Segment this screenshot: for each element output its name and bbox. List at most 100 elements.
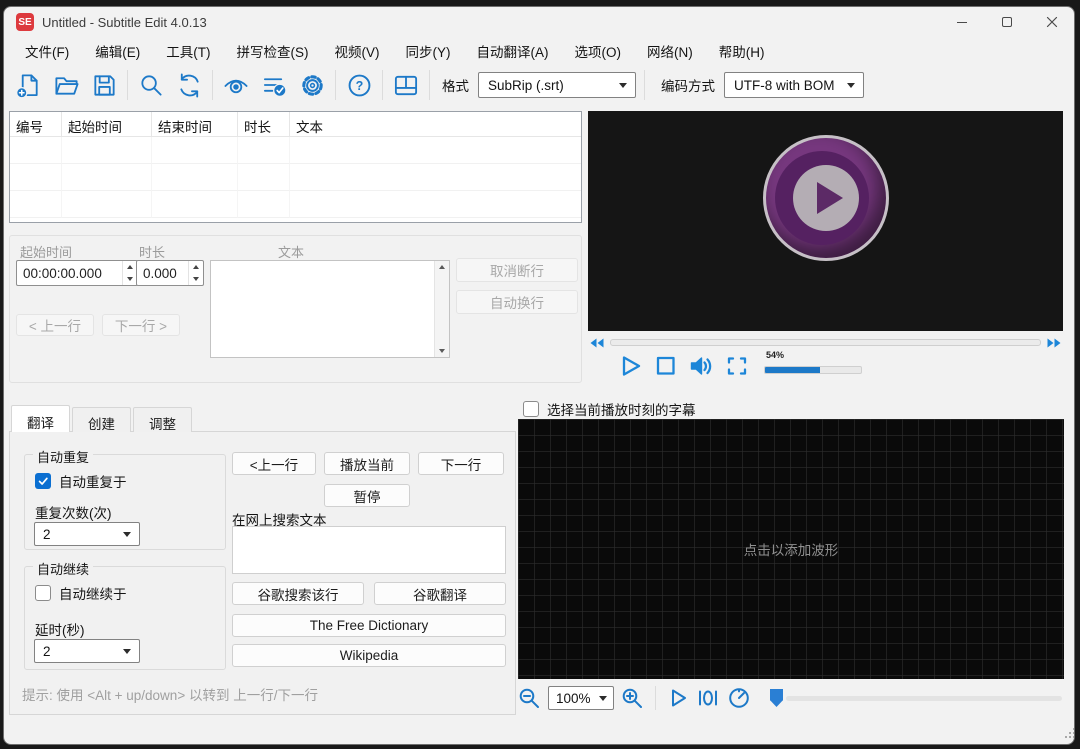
spinner-up-icon[interactable]	[189, 261, 203, 273]
wikipedia-button[interactable]: Wikipedia	[232, 644, 506, 667]
waveform-position-slider[interactable]	[770, 688, 1064, 708]
slider-track[interactable]	[786, 696, 1062, 701]
menu-help[interactable]: 帮助(H)	[706, 37, 778, 65]
spell-check-button[interactable]	[255, 68, 293, 102]
spinner-down-icon[interactable]	[189, 273, 203, 285]
scroll-down-icon[interactable]	[439, 349, 445, 353]
slider-handle[interactable]	[770, 689, 783, 707]
chevron-down-icon	[123, 649, 131, 654]
encoding-label: 编码方式	[661, 79, 715, 94]
play-from-start-button[interactable]	[696, 687, 720, 709]
help-button[interactable]: ?	[340, 68, 378, 102]
play-icon	[817, 182, 843, 214]
check-icon	[38, 477, 48, 485]
translate-tab-content: 自动重复 自动重复于 重复次数(次) 2 自动继续 自动继续于 延时(秒) 2 …	[9, 431, 516, 715]
video-seek-bar[interactable]	[610, 339, 1041, 346]
toolbar-separator	[655, 686, 656, 710]
maximize-button[interactable]	[984, 7, 1029, 37]
menu-network[interactable]: 网络(N)	[634, 37, 706, 65]
subtitle-text-input[interactable]	[210, 260, 450, 358]
resize-grip[interactable]	[1065, 736, 1067, 738]
new-file-button[interactable]	[9, 68, 47, 102]
replace-button[interactable]	[170, 68, 208, 102]
svg-text:?: ?	[355, 79, 363, 93]
free-dictionary-button[interactable]: The Free Dictionary	[232, 614, 506, 637]
video-controls: 54%	[588, 350, 1063, 383]
spinner-up-icon[interactable]	[123, 261, 137, 273]
format-select[interactable]: SubRip (.srt)	[478, 72, 636, 98]
visual-sync-button[interactable]	[217, 68, 255, 102]
save-button[interactable]	[85, 68, 123, 102]
auto-repeat-group-label: 自动重复	[33, 447, 94, 466]
auto-break-button[interactable]: 自动换行	[456, 290, 578, 314]
tab-adjust[interactable]: 调整	[133, 407, 192, 432]
select-current-subtitle-checkbox[interactable]	[523, 401, 539, 417]
spellcheck-icon	[263, 77, 287, 97]
menu-tools[interactable]: 工具(T)	[153, 37, 223, 65]
table-row	[10, 191, 581, 218]
column-number[interactable]: 编号	[10, 112, 62, 137]
spinner-buttons[interactable]	[188, 261, 203, 285]
duration-spinner[interactable]: 0.000	[136, 260, 204, 286]
waveform-zoom-select[interactable]: 100%	[548, 686, 614, 710]
fullscreen-icon[interactable]	[724, 353, 750, 379]
translate-previous-line-button[interactable]: <上一行	[232, 452, 316, 475]
zoom-out-button[interactable]	[518, 687, 541, 710]
menu-file[interactable]: 文件(F)	[12, 37, 82, 65]
shortcut-hint: 提示: 使用 <Alt + up/down> 以转到 上一行/下一行	[22, 688, 318, 703]
menu-edit[interactable]: 编辑(E)	[82, 37, 153, 65]
menu-sync[interactable]: 同步(Y)	[393, 37, 464, 65]
menu-video[interactable]: 视频(V)	[322, 37, 393, 65]
unbreak-button[interactable]: 取消断行	[456, 258, 578, 282]
start-time-spinner[interactable]: 00:00:00.000	[16, 260, 138, 286]
column-duration[interactable]: 时长	[238, 112, 290, 137]
pause-button[interactable]: 暂停	[324, 484, 410, 507]
scroll-up-icon[interactable]	[439, 265, 445, 269]
settings-button[interactable]	[293, 68, 331, 102]
tab-translate[interactable]: 翻译	[11, 405, 70, 432]
subtitle-list: 编号 起始时间 结束时间 时长 文本	[9, 111, 582, 223]
column-text[interactable]: 文本	[290, 112, 581, 137]
google-search-line-button[interactable]: 谷歌搜索该行	[232, 582, 364, 605]
open-file-button[interactable]	[47, 68, 85, 102]
auto-continue-checkbox[interactable]	[35, 585, 51, 601]
seek-back-icon[interactable]	[588, 337, 605, 349]
column-end-time[interactable]: 结束时间	[152, 112, 238, 137]
translate-next-line-button[interactable]: 下一行	[418, 452, 504, 475]
menu-options[interactable]: 选项(O)	[562, 37, 635, 65]
volume-icon[interactable]	[688, 353, 715, 379]
textbox-scrollbar[interactable]	[434, 261, 449, 357]
repeat-count-value: 2	[43, 526, 51, 542]
menu-autotranslate[interactable]: 自动翻译(A)	[464, 37, 562, 65]
play-button[interactable]	[618, 353, 644, 379]
repeat-count-select[interactable]: 2	[34, 522, 140, 546]
zoom-in-button[interactable]	[621, 687, 644, 710]
volume-slider[interactable]	[764, 366, 862, 374]
repeat-count-label: 重复次数(次)	[35, 506, 112, 521]
next-line-button[interactable]: 下一行 >	[102, 314, 180, 336]
delay-select[interactable]: 2	[34, 639, 140, 663]
encoding-select[interactable]: UTF-8 with BOM	[724, 72, 864, 98]
spinner-down-icon[interactable]	[123, 273, 137, 285]
menu-spellcheck[interactable]: 拼写检查(S)	[224, 37, 322, 65]
column-start-time[interactable]: 起始时间	[62, 112, 152, 137]
minimize-button[interactable]	[939, 7, 984, 37]
waveform-area[interactable]: 点击以添加波形	[518, 419, 1064, 679]
play-current-button[interactable]: 播放当前	[324, 452, 410, 475]
waveform-play-button[interactable]	[667, 687, 689, 709]
chevron-down-icon	[847, 83, 855, 88]
spinner-buttons[interactable]	[122, 261, 137, 285]
close-button[interactable]	[1029, 7, 1074, 37]
previous-line-button[interactable]: < 上一行	[16, 314, 94, 336]
playback-speed-button[interactable]	[727, 686, 751, 710]
layout-button[interactable]	[387, 68, 425, 102]
stop-button[interactable]	[653, 353, 679, 379]
text-label: 文本	[278, 245, 305, 260]
tab-create[interactable]: 创建	[72, 407, 131, 432]
seek-forward-icon[interactable]	[1046, 337, 1063, 349]
auto-repeat-checkbox[interactable]	[35, 473, 51, 489]
video-player[interactable]	[588, 111, 1063, 331]
find-button[interactable]	[132, 68, 170, 102]
google-translate-button[interactable]: 谷歌翻译	[374, 582, 506, 605]
web-search-input[interactable]	[232, 526, 506, 574]
